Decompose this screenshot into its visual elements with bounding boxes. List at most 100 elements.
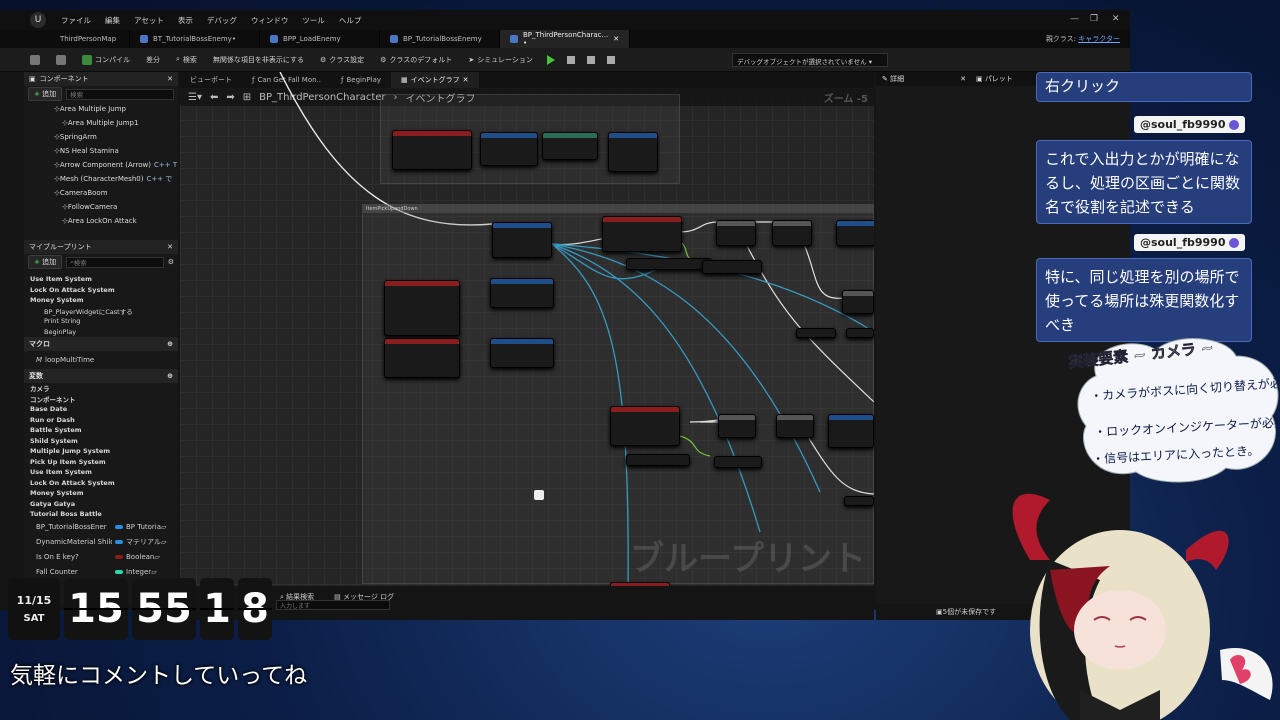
compile-button[interactable]: コンパイル: [76, 51, 136, 69]
variable-category[interactable]: Lock On Attack System: [24, 478, 178, 489]
variable-node[interactable]: [796, 328, 836, 338]
component-item[interactable]: ⊹ Area Multiple Jump: [24, 102, 178, 116]
function-node[interactable]: [492, 222, 552, 258]
function-node[interactable]: [490, 278, 554, 308]
variable-category[interactable]: コンポーネント: [24, 394, 178, 405]
add-component-button[interactable]: + 追加: [28, 87, 63, 101]
branch-node[interactable]: [718, 414, 756, 438]
menu-edit[interactable]: 編集: [105, 15, 120, 26]
variable-item[interactable]: Is On E key? Boolean ⏥: [24, 550, 178, 565]
maximize-icon[interactable]: ❐: [1090, 14, 1098, 24]
component-item[interactable]: ⊹ Arrow Component (Arrow) C++ T: [24, 158, 178, 172]
component-item[interactable]: ⊹ FollowCamera: [24, 200, 178, 214]
save-button[interactable]: [24, 51, 46, 69]
tab-thirdpersonmap[interactable]: ThirdPersonMap: [0, 30, 130, 48]
variable-category[interactable]: Shild System: [24, 436, 178, 447]
settings-gear-icon[interactable]: ⚙: [168, 258, 174, 266]
components-search-input[interactable]: 検索: [66, 88, 174, 100]
diff-button[interactable]: 差分: [140, 51, 166, 69]
pure-node[interactable]: [626, 258, 712, 270]
variable-category[interactable]: Multiple Jump System: [24, 446, 178, 457]
variable-category[interactable]: Gatya Gatya: [24, 499, 178, 510]
menu-debug[interactable]: デバッグ: [207, 15, 237, 26]
cpp-link[interactable]: C++ T: [154, 161, 177, 169]
graph-list-item[interactable]: Money System: [24, 295, 178, 306]
menu-tools[interactable]: ツール: [302, 15, 325, 26]
graph-list-item[interactable]: BeginPlay: [24, 327, 178, 338]
visibility-eye-icon[interactable]: ⏥: [154, 553, 159, 561]
variable-category[interactable]: Base Date: [24, 404, 178, 415]
menu-asset[interactable]: アセット: [134, 15, 164, 26]
function-node[interactable]: [608, 132, 658, 172]
hide-unrelated-button[interactable]: 無関係な項目を非表示にする: [207, 51, 310, 69]
variable-category[interactable]: Money System: [24, 488, 178, 499]
branch-node[interactable]: [776, 414, 814, 438]
menu-view[interactable]: 表示: [178, 15, 193, 26]
add-variable-icon[interactable]: ⊕: [167, 372, 173, 380]
play-icon[interactable]: [546, 54, 555, 65]
class-settings-button[interactable]: ⚙ クラス設定: [314, 51, 370, 69]
macro-item[interactable]: MloopMultiTime: [24, 351, 178, 369]
function-node[interactable]: [842, 290, 874, 314]
variable-category[interactable]: Use Item System: [24, 467, 178, 478]
panel-close-icon[interactable]: ✕: [167, 75, 173, 83]
my-blueprint-search-input[interactable]: ⌕ 検索: [66, 256, 164, 268]
pure-node[interactable]: [626, 454, 690, 466]
variable-item[interactable]: BP_TutorialBossEner BP Tutoria ⏥: [24, 520, 178, 535]
find-button[interactable]: ⌕ 検索: [170, 51, 203, 69]
stop-icon[interactable]: [586, 55, 595, 64]
component-item[interactable]: ⊹ Mesh (CharacterMesh0) C++ で: [24, 172, 178, 186]
component-item[interactable]: ⊹ SpringArm: [24, 130, 178, 144]
component-item[interactable]: ⊹ Area Multiple Jump1: [24, 116, 178, 130]
graph-list-item[interactable]: Print String: [24, 316, 178, 327]
function-node[interactable]: [480, 132, 538, 166]
cast-node[interactable]: [542, 132, 598, 160]
debug-object-select[interactable]: デバッグオブジェクトが選択されていません ▾: [732, 53, 888, 67]
add-member-button[interactable]: + 追加: [28, 255, 63, 269]
component-item[interactable]: ⊹ CameraBoom: [24, 186, 178, 200]
tab-close-icon[interactable]: ✕: [613, 35, 619, 43]
event-node[interactable]: [384, 338, 460, 378]
variable-node[interactable]: [844, 496, 874, 506]
variable-category[interactable]: Pick Up Item System: [24, 457, 178, 468]
cpp-link[interactable]: C++ で: [146, 174, 172, 184]
branch-node[interactable]: [772, 220, 812, 246]
visibility-eye-icon[interactable]: ⏥: [161, 538, 166, 546]
visibility-eye-icon[interactable]: ⏥: [151, 568, 156, 576]
tab-message-log[interactable]: ▤ メッセージ ログ: [334, 592, 394, 601]
variable-category[interactable]: Battle System: [24, 425, 178, 436]
event-node[interactable]: [384, 280, 460, 336]
menu-window[interactable]: ウィンドウ: [251, 15, 289, 26]
class-defaults-button[interactable]: ⚙ クラスのデフォルト: [374, 51, 458, 69]
event-node[interactable]: [602, 216, 682, 252]
component-item[interactable]: ⊹ NS Heal Stamina: [24, 144, 178, 158]
find-input[interactable]: 入力します: [276, 600, 390, 610]
tab-bp-thirdpersoncharacter[interactable]: BP_ThirdPersonCharac... • ✕: [500, 30, 630, 48]
menu-file[interactable]: ファイル: [61, 15, 91, 26]
variables-section-header[interactable]: 変数 ⊕: [24, 369, 178, 383]
step-icon[interactable]: [606, 55, 615, 64]
tab-bpp-loadenemy[interactable]: BPP_LoadEnemy: [260, 30, 380, 48]
simulation-button[interactable]: ➤ シミュレーション: [462, 51, 539, 69]
tab-find-results[interactable]: ⌕ 結果検索: [280, 592, 314, 601]
branch-node[interactable]: [716, 220, 756, 246]
component-item[interactable]: ⊹ Area LockOn Attack: [24, 214, 178, 228]
tab-details[interactable]: ✎ 詳細: [876, 74, 910, 84]
pause-icon[interactable]: [566, 55, 575, 64]
variable-item[interactable]: DynamicMaterial Shild マテリアル ⏥: [24, 535, 178, 550]
function-node[interactable]: [828, 414, 874, 448]
pure-node[interactable]: [702, 260, 762, 274]
pure-node[interactable]: [714, 456, 762, 468]
comment-box[interactable]: ItemPickUpandDown: [362, 204, 874, 584]
graph-list-item[interactable]: Use Item System: [24, 274, 178, 285]
browse-button[interactable]: [50, 51, 72, 69]
function-node[interactable]: [490, 338, 554, 368]
graph-list-item[interactable]: BP_PlayerWidgetにCastする: [24, 306, 178, 317]
event-graph-canvas[interactable]: ビューポート ƒ Can Get Fall Mon.. ƒ BeginPlay ▦ イ…: [180, 72, 874, 586]
menu-help[interactable]: ヘルプ: [339, 15, 362, 26]
variable-category[interactable]: Tutorial Boss Battle: [24, 509, 178, 520]
tab-bt-tutorialbossenemy[interactable]: BT_TutorialBossEnemy•: [130, 30, 260, 48]
event-node[interactable]: [610, 406, 680, 446]
macros-section-header[interactable]: マクロ ⊕: [24, 337, 178, 351]
minimize-icon[interactable]: —: [1070, 14, 1079, 24]
